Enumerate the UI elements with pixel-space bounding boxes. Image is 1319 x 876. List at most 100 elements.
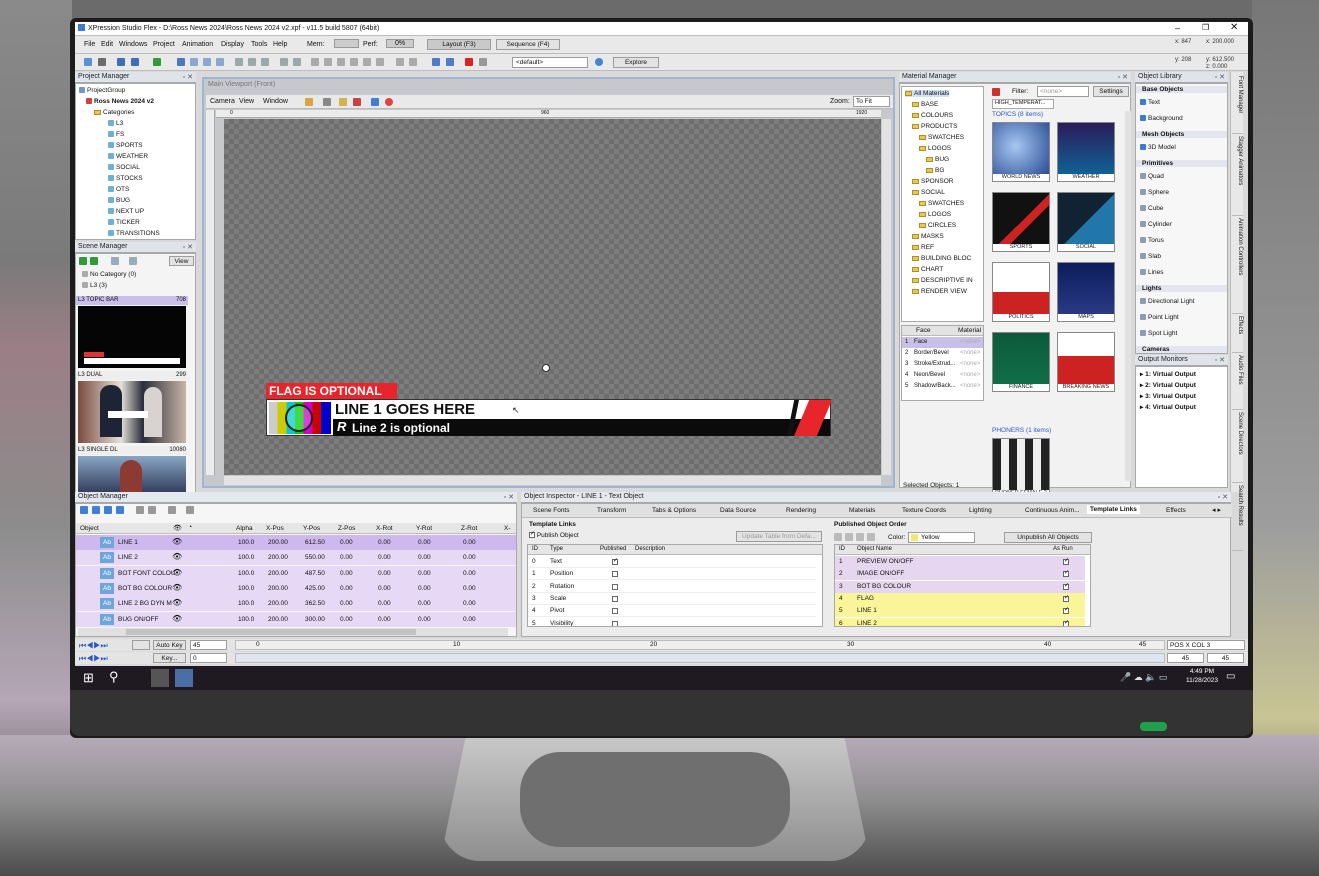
unpublish-all-button[interactable]: Unpublish All Objects (1004, 532, 1092, 543)
object-row[interactable]: Ab LINE 2 BG DYN M 👁 100.0 200.00 362.50 0.00 0… (76, 596, 516, 612)
object-value[interactable]: 0.00 (418, 585, 431, 592)
search-taskbar-icon[interactable]: ⚲ (109, 669, 119, 685)
side-tab[interactable]: Font Manager (1232, 76, 1243, 135)
library-item[interactable]: Slab (1140, 253, 1161, 260)
scroll-thumb[interactable] (126, 629, 416, 635)
category-item[interactable]: BUG (108, 197, 130, 204)
tree-project-group[interactable]: ProjectGroup (79, 87, 125, 94)
side-tab[interactable]: Effects (1232, 316, 1243, 354)
ungroup-icon[interactable] (148, 506, 156, 514)
key-controls-icon[interactable]: ⏮◀▶⏭ (79, 654, 108, 664)
object-value[interactable]: 550.00 (305, 554, 325, 561)
safe-area-icon[interactable] (305, 98, 313, 106)
scale-tool-icon[interactable] (216, 58, 224, 66)
align-center-icon[interactable] (248, 58, 256, 66)
library-item[interactable]: Text (1140, 99, 1160, 106)
inspector-tab[interactable]: Continuous Anim... (1025, 507, 1080, 514)
select-tool-icon[interactable] (177, 58, 185, 66)
xpression-taskbar-icon[interactable] (151, 669, 169, 687)
zoom-select[interactable]: To Fit (853, 96, 890, 107)
object-value[interactable]: 300.00 (305, 616, 325, 623)
order-row[interactable]: 1 PREVIEW ON/OFF (835, 556, 1085, 568)
link-published-checkbox[interactable] (612, 583, 618, 590)
category-item[interactable]: STOCKS (108, 175, 143, 182)
object-value[interactable]: 362.50 (305, 600, 325, 607)
material-thumb[interactable]: PHONER FEMALE 2 (992, 438, 1050, 498)
library-item[interactable]: Quad (1140, 173, 1164, 180)
update-table-button[interactable]: Update Table from Defa... (736, 531, 822, 542)
viewport-canvas[interactable]: FLAG IS OPTIONAL LINE 1 GOES HERE R Line… (224, 119, 881, 475)
order-row[interactable]: 2 IMAGE ON/OFF (835, 568, 1085, 581)
category-item[interactable]: NEXT UP (108, 208, 144, 215)
face-row[interactable]: 5 Shadow/Back... <none> (902, 381, 983, 392)
move-tool-icon[interactable] (190, 58, 198, 66)
maximize-icon[interactable]: ❐ (1202, 23, 1209, 32)
output-item[interactable]: ▸ 4: Virtual Output (1140, 403, 1196, 411)
object-value[interactable]: 200.00 (268, 554, 288, 561)
link-row[interactable]: 1 Position (528, 568, 816, 581)
auto-key-button[interactable]: Auto Key (153, 640, 186, 650)
order-row[interactable]: 4 FLAG (835, 592, 1085, 605)
library-item[interactable]: Cylinder (1140, 221, 1172, 228)
distribute-v-icon[interactable] (324, 58, 332, 66)
timeline-ruler[interactable]: 0 10 20 30 40 45 (235, 640, 1165, 650)
save-icon[interactable] (117, 58, 125, 66)
panel-pin-icon[interactable]: ▫ ✕ (183, 73, 193, 81)
library-item[interactable]: Lines (1140, 269, 1164, 276)
menu-windows[interactable]: Windows (119, 41, 147, 48)
object-value[interactable]: 0.00 (418, 600, 431, 607)
object-value[interactable]: 612.50 (305, 539, 325, 546)
app-taskbar-icon[interactable] (175, 669, 193, 687)
as-run-checkbox[interactable] (1063, 606, 1069, 615)
scene-thumb-single[interactable] (78, 456, 186, 493)
object-value[interactable]: 0.00 (418, 554, 431, 561)
scene-header-0[interactable]: L3 TOPIC BAR 708 (76, 296, 188, 305)
center-v-icon[interactable] (376, 58, 384, 66)
link-icon[interactable] (168, 506, 176, 514)
object-value[interactable]: 0.00 (340, 585, 353, 592)
track-select[interactable]: POS X COL 3 (1167, 640, 1245, 650)
category-item[interactable]: SOCIAL (108, 164, 140, 171)
library-item[interactable]: Cube (1140, 205, 1164, 212)
library-item[interactable]: Directional Light (1140, 298, 1195, 305)
material-folder[interactable]: LOGOS (919, 145, 951, 152)
nav-first-icon[interactable] (80, 506, 88, 514)
align-right-icon[interactable] (261, 58, 269, 66)
material-thumb[interactable]: SPORTS (992, 192, 1050, 252)
material-folder[interactable]: MASKS (912, 233, 944, 240)
object-value[interactable]: 0.00 (378, 616, 391, 623)
color-select[interactable]: Yellow (908, 532, 975, 543)
topics-header[interactable]: TOPICS (8 items) (992, 111, 1122, 121)
size-height-icon[interactable] (409, 58, 417, 66)
library-item[interactable]: Sphere (1140, 189, 1169, 196)
side-tab[interactable]: Stagger Animators (1232, 136, 1243, 216)
object-row[interactable]: Ab LINE 2 👁 100.0 200.00 550.00 0.00 0.00 0.00 0.… (76, 550, 516, 566)
menu-edit[interactable]: Edit (101, 41, 113, 48)
object-row[interactable]: Ab BOT BG COLOUR 👁 100.0 200.00 425.00 0.00 0.0… (76, 580, 516, 596)
graphic-flag[interactable]: FLAG IS OPTIONAL (266, 383, 397, 399)
order-row[interactable]: 3 BOT BG COLOUR (835, 580, 1085, 593)
material-action-icon[interactable] (992, 88, 1000, 96)
object-row[interactable]: Ab BOT FONT COLOU 👁 100.0 200.00 487.50 0.00 0.… (76, 565, 516, 581)
as-run-checkbox[interactable] (1063, 569, 1069, 578)
library-item[interactable]: Point Light (1140, 314, 1179, 321)
face-row[interactable]: 4 Neon/Bevel <none> (902, 370, 983, 381)
visibility-icon[interactable]: 👁 (172, 568, 182, 577)
grid-icon[interactable] (323, 98, 331, 106)
menu-project[interactable]: Project (153, 41, 175, 48)
category-item[interactable]: WEATHER (108, 153, 148, 160)
object-value[interactable]: 0.00 (378, 585, 391, 592)
material-folder[interactable]: SWATCHES (919, 134, 964, 141)
material-folder[interactable]: SPONSOR (912, 178, 954, 185)
filter-input[interactable]: <none> (1037, 86, 1089, 97)
object-value[interactable]: 200.00 (268, 585, 288, 592)
object-value[interactable]: 0.00 (463, 616, 476, 623)
publish-icon[interactable] (153, 58, 161, 66)
order-row[interactable]: 6 LINE 2 (835, 617, 1085, 626)
object-row[interactable]: Ab BUG ON/OFF 👁 100.0 200.00 300.00 0.00 0.00 0.… (76, 611, 516, 627)
rotate-tool-icon[interactable] (203, 58, 211, 66)
library-section[interactable]: Primitives (1136, 160, 1227, 167)
material-folder[interactable]: CIRCLES (919, 222, 956, 229)
scene-search-icon[interactable] (111, 257, 119, 265)
scene-thumb-topic-bar[interactable] (78, 306, 186, 368)
